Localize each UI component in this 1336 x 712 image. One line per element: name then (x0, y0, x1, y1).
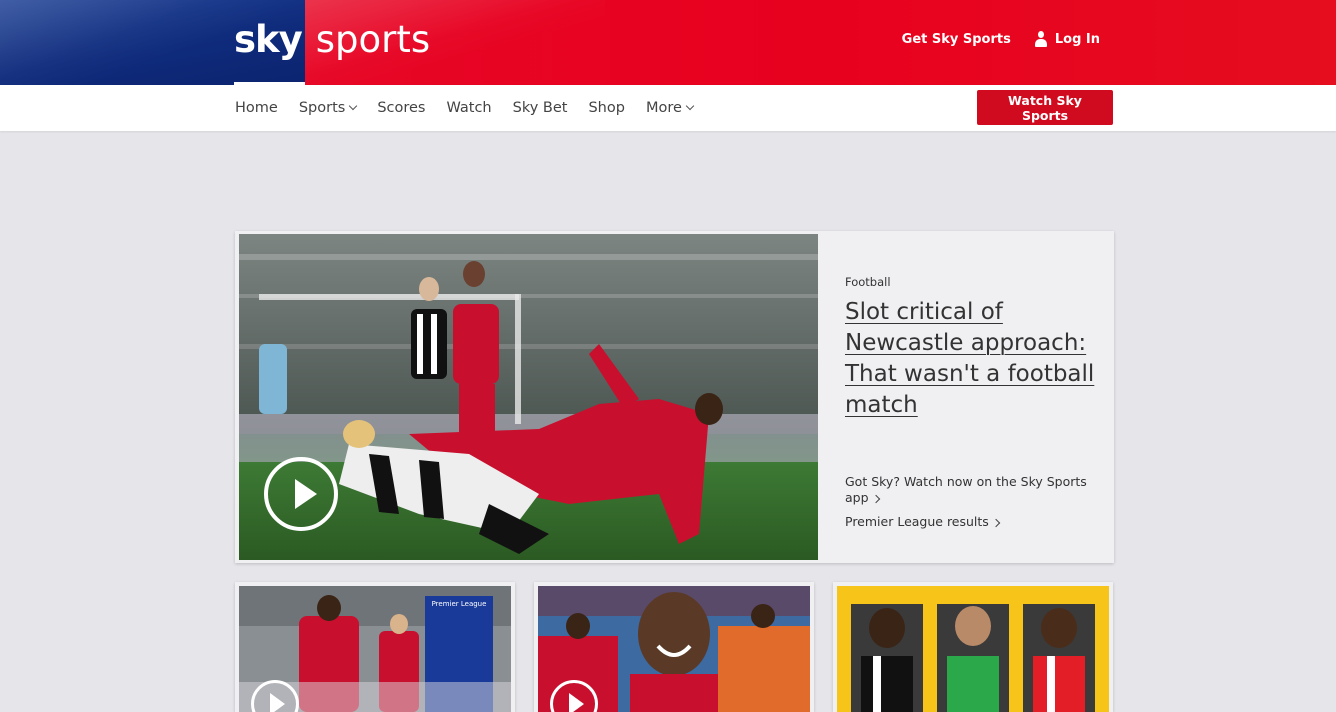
story-card-3-image (837, 586, 1109, 712)
nav-shop[interactable]: Shop (588, 100, 624, 116)
log-in-label: Log In (1054, 31, 1100, 47)
top-header: sky sports Get Sky Sports Log In (0, 0, 1336, 85)
nav-sports[interactable]: Sports (298, 100, 358, 116)
logo-sky-text: sky (234, 18, 303, 61)
chevron-down-icon (685, 101, 695, 111)
story-card-2-image (538, 586, 810, 712)
story-card-1-image: Premier League (239, 586, 511, 712)
play-icon[interactable] (264, 457, 338, 531)
hero-image[interactable] (239, 234, 818, 560)
hero-story: Football Slot critical of Newcastle appr… (235, 231, 1114, 563)
watch-on-app-link[interactable]: Got Sky? Watch now on the Sky Sports app (845, 474, 1095, 506)
nav-scores[interactable]: Scores (377, 100, 425, 116)
user-icon (1034, 31, 1047, 47)
top-links: Get Sky Sports Log In (902, 31, 1100, 47)
story-card-2[interactable] (534, 582, 814, 712)
nav-more-label: More (645, 100, 682, 116)
story-card-3[interactable] (833, 582, 1113, 712)
chevron-right-icon (991, 518, 1001, 528)
story-card-1[interactable]: Premier League (235, 582, 515, 712)
sky-sports-logo[interactable]: sky sports (234, 18, 430, 62)
nav-sky-bet[interactable]: Sky Bet (513, 100, 568, 116)
watch-on-app-label: Got Sky? Watch now on the Sky Sports app (845, 474, 1087, 505)
premier-league-badge: Premier League (431, 600, 487, 608)
premier-league-results-label: Premier League results (845, 514, 989, 529)
premier-league-results-link[interactable]: Premier League results (845, 514, 1095, 530)
hero-text: Football Slot critical of Newcastle appr… (845, 275, 1095, 421)
nav-sports-label: Sports (298, 100, 346, 116)
nav-items: Home Sports Scores Watch Sky Bet Shop Mo… (235, 85, 695, 131)
main-nav: Home Sports Scores Watch Sky Bet Shop Mo… (0, 85, 1336, 131)
hero-links: Got Sky? Watch now on the Sky Sports app… (845, 474, 1095, 538)
nav-home[interactable]: Home (235, 100, 278, 116)
logo-sports-text: sports (315, 18, 431, 61)
watch-sky-sports-button[interactable]: Watch Sky Sports (977, 90, 1113, 125)
nav-watch[interactable]: Watch (446, 100, 491, 116)
chevron-down-icon (349, 101, 358, 111)
hero-category[interactable]: Football (845, 275, 1095, 289)
log-in-link[interactable]: Log In (1034, 31, 1100, 47)
nav-more[interactable]: More (645, 100, 695, 116)
get-sky-sports-link[interactable]: Get Sky Sports (902, 32, 1011, 47)
hero-headline[interactable]: Slot critical of Newcastle approach: Tha… (845, 297, 1095, 421)
chevron-right-icon (871, 494, 880, 504)
